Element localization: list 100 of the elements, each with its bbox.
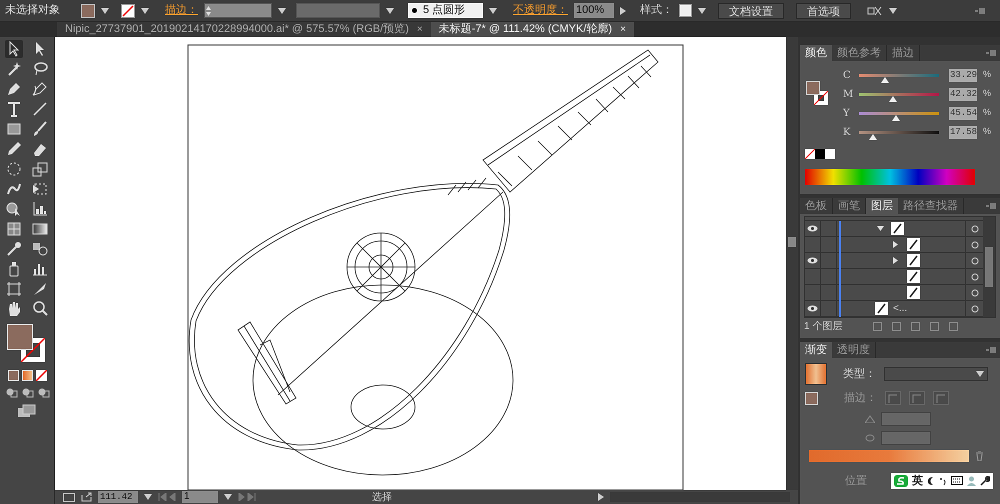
document-tab[interactable]: 未标题-7* @ 111.42% (CMYK/轮廓) × <box>430 22 634 37</box>
caret-icon[interactable] <box>698 8 706 14</box>
layer-row[interactable] <box>805 269 983 285</box>
scroll-thumb[interactable] <box>985 247 993 287</box>
value-field[interactable]: 17.58 <box>949 126 977 138</box>
layer-row[interactable] <box>805 285 983 301</box>
none-mode-swatch[interactable] <box>36 370 46 381</box>
delete-icon[interactable] <box>975 450 984 460</box>
arrow-right-icon[interactable] <box>598 493 604 501</box>
input-logo-icon[interactable] <box>894 474 908 487</box>
eye-icon[interactable] <box>807 225 818 232</box>
stroke-label[interactable]: 描边： <box>165 2 198 19</box>
caret-icon[interactable] <box>141 8 149 14</box>
panel-menu-icon[interactable] <box>986 347 996 353</box>
panel-tab[interactable]: 图层 <box>866 198 898 214</box>
value-field[interactable]: 45.54 <box>949 106 977 120</box>
angle-field[interactable] <box>881 412 931 426</box>
default-swatches[interactable] <box>805 149 835 159</box>
stroke-within-icon[interactable] <box>885 391 901 406</box>
eye-icon[interactable] <box>807 257 818 264</box>
graph-grid-icon[interactable] <box>31 200 49 218</box>
layer-row[interactable]: <... <box>805 301 983 317</box>
draw-normal-icon[interactable] <box>4 387 18 398</box>
brush-dropdown[interactable]: 5 点圆形 <box>408 3 483 18</box>
language-toggle[interactable]: 英 <box>912 472 923 489</box>
type-tool-icon[interactable] <box>5 100 23 118</box>
stroke-weight-field[interactable] <box>204 3 272 18</box>
arrow-right-icon[interactable] <box>620 6 626 14</box>
disclosure-triangle-icon[interactable] <box>877 226 884 231</box>
eye-icon[interactable] <box>807 305 818 312</box>
arrange-icon[interactable] <box>867 4 883 16</box>
scroll-thumb[interactable] <box>788 237 796 247</box>
line-tool-icon[interactable] <box>31 100 49 118</box>
artboard-icon[interactable] <box>5 280 23 298</box>
fill-swatch[interactable] <box>81 4 95 18</box>
eyedropper-icon[interactable] <box>5 240 23 258</box>
style-swatch[interactable] <box>679 4 692 17</box>
status-icon[interactable] <box>63 492 75 502</box>
color-spectrum[interactable] <box>805 169 975 185</box>
panel-tab[interactable]: 渐变 <box>800 342 832 358</box>
caret-icon[interactable] <box>278 8 286 14</box>
toolbar-button[interactable]: 首选项 <box>796 2 851 18</box>
opacity-field[interactable]: 100% <box>574 3 614 18</box>
value-field[interactable]: 42.32 <box>949 88 977 100</box>
pencil-icon[interactable] <box>5 140 23 158</box>
curvature-pen-icon[interactable] <box>31 80 49 98</box>
pen-icon[interactable] <box>5 80 23 98</box>
punctuation-icon[interactable] <box>939 476 947 486</box>
share-icon[interactable] <box>81 492 92 502</box>
color-mode-swatch[interactable] <box>8 370 18 381</box>
rotate-icon[interactable] <box>5 160 23 178</box>
screen-mode-icon[interactable] <box>17 404 37 418</box>
zoom-field[interactable]: 111.42 <box>98 491 138 503</box>
moon-icon[interactable] <box>927 476 935 486</box>
layer-name[interactable]: <... <box>893 301 908 316</box>
panel-menu-icon[interactable] <box>975 8 985 14</box>
variable-width-field[interactable] <box>296 3 380 18</box>
caret-icon[interactable] <box>101 8 109 14</box>
paintbrush-icon[interactable] <box>31 120 49 138</box>
close-button[interactable]: × <box>416 22 423 37</box>
artboard-field[interactable]: 1 <box>182 491 218 503</box>
fill-color-swatch[interactable] <box>7 324 33 350</box>
disclosure-triangle-icon[interactable] <box>893 241 898 248</box>
disclosure-triangle-icon[interactable] <box>893 257 898 264</box>
caret-icon[interactable] <box>144 494 152 500</box>
document-tab[interactable]: Nipic_27737901_20190214170228994000.ai* @ 575.57% (RGB/预览) × <box>57 22 431 37</box>
panel-tab[interactable]: 颜色 <box>800 45 832 61</box>
layer-row[interactable] <box>805 221 983 237</box>
draw-inside-icon[interactable] <box>36 387 50 398</box>
scale-icon[interactable] <box>31 160 49 178</box>
stroke-along-icon[interactable] <box>909 391 925 406</box>
caret-icon[interactable] <box>489 8 497 14</box>
spinner-icon[interactable] <box>205 4 212 16</box>
gradient-mode-swatch[interactable] <box>22 370 32 381</box>
zoom-icon[interactable] <box>31 300 49 318</box>
stroke-across-icon[interactable] <box>933 391 949 406</box>
blend-icon[interactable] <box>31 240 49 258</box>
panel-menu-icon[interactable] <box>986 50 996 56</box>
layers-scrollbar[interactable] <box>983 217 995 317</box>
value-field[interactable]: 33.29 <box>949 68 977 82</box>
wrench-icon[interactable] <box>980 476 990 486</box>
layer-row[interactable] <box>805 253 983 269</box>
caret-icon[interactable] <box>386 8 394 14</box>
vertical-scrollbar[interactable] <box>786 37 798 490</box>
panel-menu-icon[interactable] <box>986 203 996 209</box>
caret-icon[interactable] <box>224 494 232 500</box>
selection-tool-icon[interactable] <box>5 40 23 58</box>
opacity-label[interactable]: 不透明度： <box>513 2 568 19</box>
toolbar-button[interactable]: 文档设置 <box>718 2 784 18</box>
keyboard-icon[interactable] <box>951 476 963 486</box>
stroke-swatch[interactable] <box>121 4 135 18</box>
draw-behind-icon[interactable] <box>20 387 34 398</box>
aspect-ratio-field[interactable] <box>881 430 931 444</box>
shape-builder-icon[interactable] <box>5 200 23 218</box>
clipping-mask-icon[interactable] <box>891 320 902 332</box>
fill-color-swatch[interactable] <box>806 81 820 95</box>
caret-icon[interactable] <box>976 371 984 377</box>
fill-color-swatch[interactable] <box>805 392 818 405</box>
gradient-swatch[interactable] <box>805 363 827 385</box>
layer-row[interactable] <box>805 237 983 253</box>
